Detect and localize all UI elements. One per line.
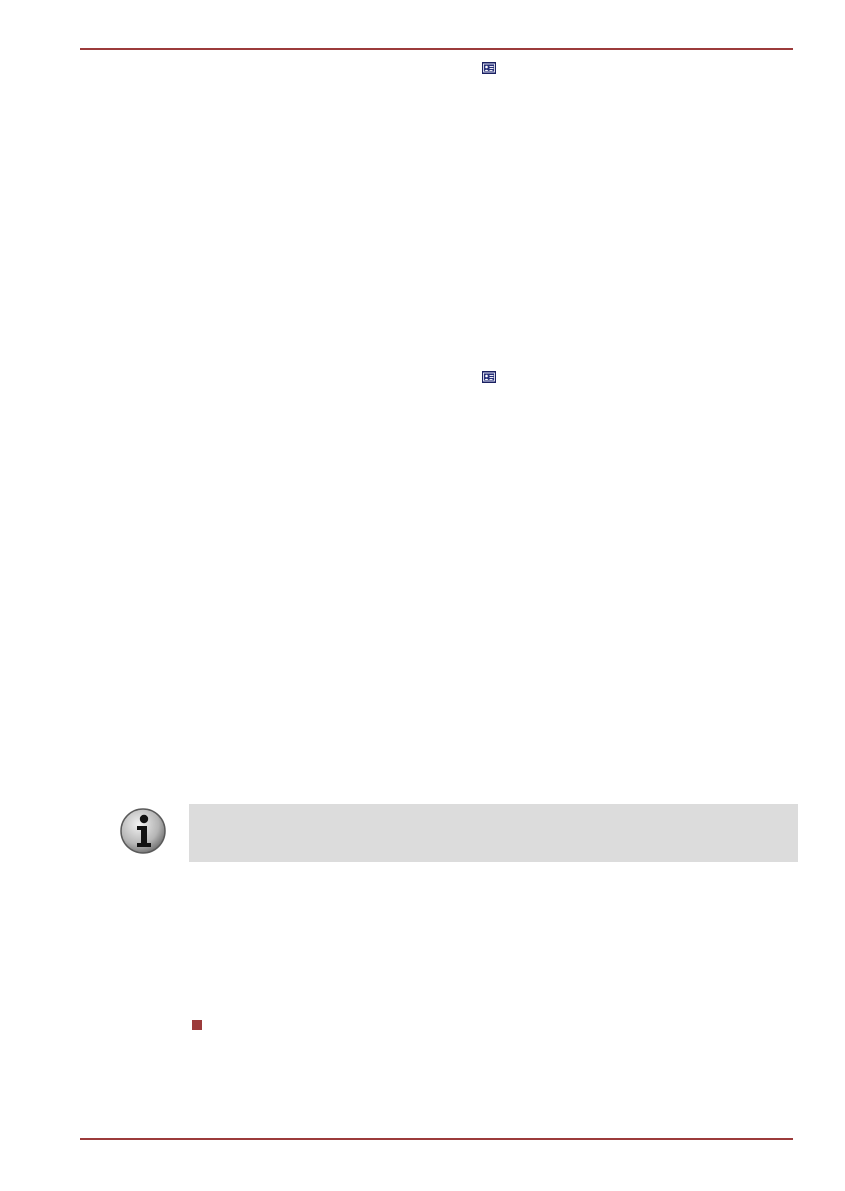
header-rule — [80, 48, 793, 50]
square-bullet — [192, 1020, 202, 1030]
contact-card-icon — [482, 371, 496, 383]
contact-card-icon — [482, 62, 496, 74]
footer-rule — [80, 1138, 793, 1140]
info-icon — [119, 807, 167, 855]
note-box — [189, 804, 798, 862]
